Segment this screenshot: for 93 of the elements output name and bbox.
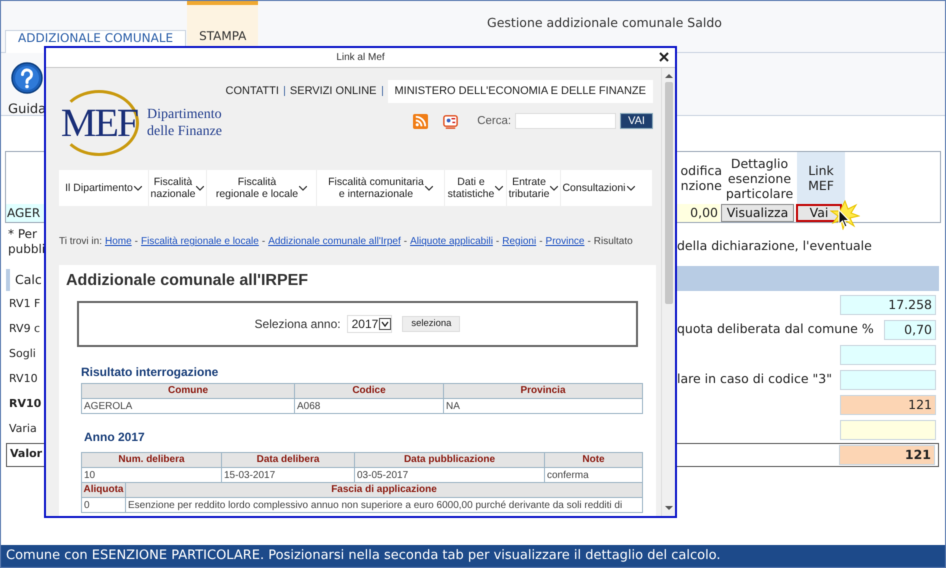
nav-item[interactable]: Fiscalità comunitaria e internazionale [328,176,424,200]
chevron-down-icon [299,186,308,190]
view-button[interactable]: Visualizza [721,204,794,222]
logo-caption: Dipartimento [147,106,222,123]
year-label: Seleziona anno: [254,316,341,333]
breadcrumb-text: Risultato [594,235,633,249]
chevron-down-icon [424,186,433,190]
search-button[interactable]: VAI [620,113,653,130]
column-header: Provincia [519,384,567,398]
section-title: Risultato interrogazione [81,364,220,381]
nav-item[interactable]: Entrate tributarie [508,176,550,200]
year-select[interactable]: 2017 [346,315,392,333]
table-cell: A068 [295,399,444,413]
note-text: * Per [8,227,38,242]
table-cell: 15-03-2017 [222,468,355,482]
column-header: Link MEF [797,152,845,204]
breadcrumb-link[interactable]: Province [546,234,584,249]
column-header: Dettaglio esenzione particolare [724,154,794,203]
row-label: quota deliberata dal comune % [676,320,875,338]
input-field[interactable] [840,344,936,364]
breadcrumb-link[interactable]: Fiscalità regionale e locale [141,234,259,249]
column-header: Fascia di applicazione [330,483,438,497]
logo-caption: delle Finanze [147,123,222,140]
table-cell: 0,00 [675,204,720,222]
table-cell: 0 [82,498,126,512]
table-cell: 03-05-2017 [355,468,545,482]
breadcrumb-link[interactable]: Addizionale comunale all'Irpef [268,234,401,249]
note-text: della dichiarazione, l'eventuale [677,238,872,253]
row-label: RV10 [8,371,39,388]
search-field[interactable] [515,113,616,130]
page-heading: Addizionale comunale all'IRPEF [66,271,310,291]
chevron-down-icon [495,186,504,190]
share-icon [442,112,460,130]
go-button[interactable]: Vai [796,204,842,222]
breadcrumb-separator: - [134,235,138,249]
status-text: Comune con ESENZIONE PARTICOLARE. Posizionarsi nella seconda tab per visualizzare il dettaglio del calcolo. [6,547,721,566]
input-field[interactable] [840,370,936,390]
breadcrumb-link[interactable]: Aliquote applicabili [410,234,493,249]
breadcrumb-separator: - [539,235,543,249]
nav-item[interactable]: Fiscalità nazionale [150,176,196,200]
nav-item[interactable]: Consultazioni [562,182,626,194]
dialog-title: Link al Mef [336,51,385,65]
row-label: lare in caso di codice "3" [676,370,833,388]
table-cell-text: AGER [6,205,40,222]
total-label: Valor [6,442,45,466]
search-label: Cerca: [477,114,512,128]
row-label: Sogli [8,346,37,362]
input-field[interactable]: 17.258 [840,294,936,314]
input-field[interactable]: 0,70 [884,320,936,340]
breadcrumb-link[interactable]: Home [104,234,132,249]
table-cell: 10 [82,468,222,482]
row-label: RV9 c [8,321,42,338]
table-cell-text: NA [445,400,461,413]
input-field[interactable]: 121 [840,394,936,414]
close-button[interactable] [659,52,669,62]
input-field[interactable] [840,420,936,440]
column-header: Note [581,453,606,467]
nav-item[interactable]: Il Dipartimento [65,182,133,194]
table-cell-text: conferma [546,469,590,482]
scrollbar-thumb[interactable] [664,82,672,304]
row-label: RV1 F [8,296,42,312]
nav-item[interactable]: Dati e statistiche [448,176,494,200]
note-text: pubbli [8,242,45,257]
window-title: Gestione addizionale comunale Saldo [487,15,722,30]
breadcrumb-separator: - [496,235,500,249]
chevron-down-icon [550,186,558,190]
section-title: Anno 2017 [84,429,146,446]
scrollbar[interactable] [661,68,675,516]
rss-icon [413,114,428,129]
chevron-down-icon [196,186,204,190]
row-label: Varia [8,421,38,438]
table-cell: AGEROLA [82,399,295,413]
chevron-down-icon [379,318,392,330]
row-label: RV10 [8,396,42,412]
scroll-up-icon [664,73,672,78]
ministry-link[interactable]: MINISTERO DELL'ECONOMIA E DELLE FINANZE [388,80,653,102]
top-link[interactable]: CONTATTI [226,83,279,100]
chevron-down-icon [626,186,635,190]
breadcrumb-separator: - [262,235,266,249]
top-link[interactable]: SERVIZI ONLINE [290,83,376,100]
input-field[interactable]: 121 [839,444,935,464]
scroll-down-icon [664,506,672,511]
chevron-down-icon [134,186,142,190]
help-icon [11,62,44,94]
breadcrumb-separator: - [587,235,591,249]
table-cell-text: Esenzione per reddito lordo complessivo annuo non superiore a euro 6000,00 purché derivante da soli redditi di [127,499,624,512]
breadcrumb-separator: - [404,235,408,249]
breadcrumb-link[interactable]: Regioni [502,234,536,249]
nav-item[interactable]: Fiscalità regionale e locale [216,176,298,200]
breadcrumb-label: Ti trovi in: [59,235,102,249]
select-button[interactable]: seleziona [402,316,460,332]
close-icon [659,52,669,62]
column-header: odifica nzione [680,162,722,195]
